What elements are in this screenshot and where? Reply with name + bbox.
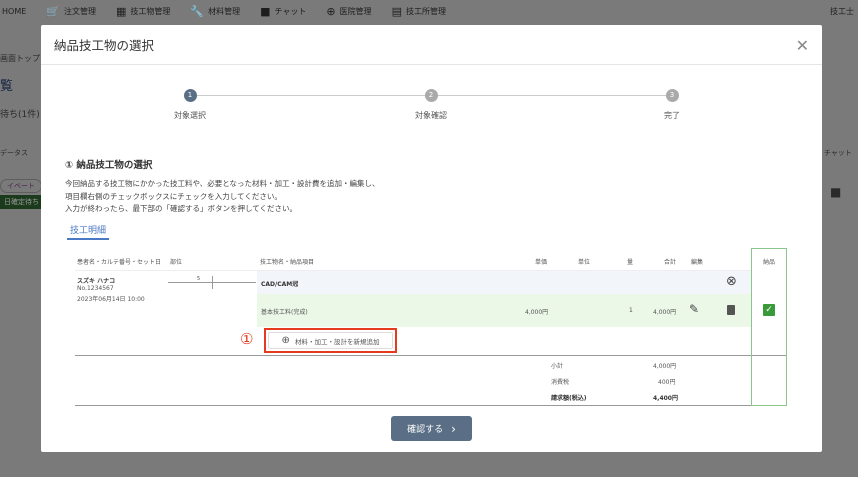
header-qty: 量 — [627, 259, 634, 266]
set-date: 2023年06月14日 10:00 — [77, 296, 145, 303]
status-label: データス — [0, 149, 28, 157]
chat-icon: ■ — [260, 4, 271, 18]
nav-chat[interactable]: ■ チャット — [260, 5, 306, 18]
patient-number: No.1234567 — [77, 285, 114, 292]
select-delivery-modal: 納品技工物の選択 ✕ 1 対象選択 2 対象確認 3 完了 ① 納品技工物の選択 今回… — [41, 25, 822, 452]
patient-name: スズキ ハナコ — [77, 278, 116, 285]
page-title: 覧 — [0, 79, 14, 94]
edit-pencil-icon[interactable]: ✎ — [689, 302, 699, 316]
top-nav: HOME 🛒 注文管理 ▦ 技工物管理 🔧 材料管理 ■ チャット ⊕ 医院管理 ▤ 技工所… — [0, 0, 858, 22]
cart-icon: 🛒 — [46, 4, 60, 18]
nav-clinics[interactable]: ⊕ 医院管理 — [326, 5, 371, 18]
annotation-marker: ① — [240, 330, 254, 348]
product-row — [257, 271, 751, 294]
close-icon[interactable]: ✕ — [796, 36, 809, 55]
product-name: CAD/CAM冠 — [261, 281, 299, 288]
header-patient: 患者名・カルテ番号・セット日 — [77, 259, 162, 266]
header-total: 合計 — [664, 259, 677, 266]
delete-trash-icon[interactable] — [727, 305, 735, 315]
line-item-total: 4,000円 — [653, 309, 677, 316]
breadcrumb[interactable]: 画面トップ — [0, 53, 40, 64]
tax-label: 消費税 — [551, 379, 570, 386]
tax-value: 400円 — [658, 379, 676, 386]
chat-icon[interactable]: ■ — [830, 185, 841, 199]
header-price: 単価 — [535, 259, 548, 266]
header-item: 技工物名・納品項目 — [260, 259, 315, 266]
plus-circle-icon: ⊕ — [281, 335, 290, 346]
box-icon: ▦ — [115, 4, 127, 18]
step-2: 2 対象確認 — [415, 89, 447, 120]
wrench-icon: 🔧 — [190, 4, 205, 18]
tag-private: イベート — [0, 179, 42, 193]
section-title: ① 納品技工物の選択 — [65, 160, 153, 171]
user-name[interactable]: 技工士 — [830, 6, 854, 17]
line-item-name: 基本技工料(完成) — [261, 309, 308, 316]
chevron-right-icon: › — [451, 421, 456, 436]
chat-column: チャット — [824, 149, 852, 157]
header-unit: 単位 — [578, 259, 591, 266]
grand-total-label: 請求額(税込) — [551, 395, 587, 402]
deliver-column-highlight — [751, 248, 787, 406]
nav-labs[interactable]: ▤ 技工所管理 — [392, 5, 446, 18]
add-material-button[interactable]: ⊕ 材料・加工・設計を新規追加 — [268, 332, 393, 349]
nav-materials[interactable]: 🔧 材料管理 — [190, 5, 240, 18]
step-1: 1 対象選択 — [174, 89, 206, 120]
modal-title: 納品技工物の選択 — [54, 38, 155, 53]
tag-pending: 日確定待ち — [0, 195, 43, 209]
line-item-price: 4,000円 — [525, 309, 549, 316]
instructions: 今回納品する技工物にかかった技工料や、必要となった材料・加工・設計費を追加・編集… — [65, 179, 380, 213]
tooth-number: 5 — [197, 276, 201, 282]
confirm-button[interactable]: 確認する › — [391, 416, 472, 441]
remove-circle-icon[interactable]: ⊗ — [726, 274, 737, 289]
nav-home[interactable]: HOME — [2, 7, 26, 16]
subtotal-value: 4,000円 — [653, 363, 677, 370]
nav-products[interactable]: ▦ 技工物管理 — [116, 5, 170, 18]
hospital-icon: ⊕ — [326, 4, 336, 18]
subtotal-label: 小計 — [551, 363, 564, 370]
pending-tab[interactable]: 待ち(1件) — [0, 107, 40, 120]
nav-orders[interactable]: 🛒 注文管理 — [46, 5, 96, 18]
line-item-qty: 1 — [629, 307, 633, 314]
grand-total-value: 4,400円 — [653, 395, 678, 402]
header-site: 部位 — [170, 259, 183, 266]
line-item-row — [257, 294, 751, 327]
header-edit: 編集 — [691, 259, 704, 266]
building-icon: ▤ — [391, 4, 403, 18]
tab-details[interactable]: 技工明細 — [67, 223, 110, 240]
step-3: 3 完了 — [664, 89, 680, 120]
